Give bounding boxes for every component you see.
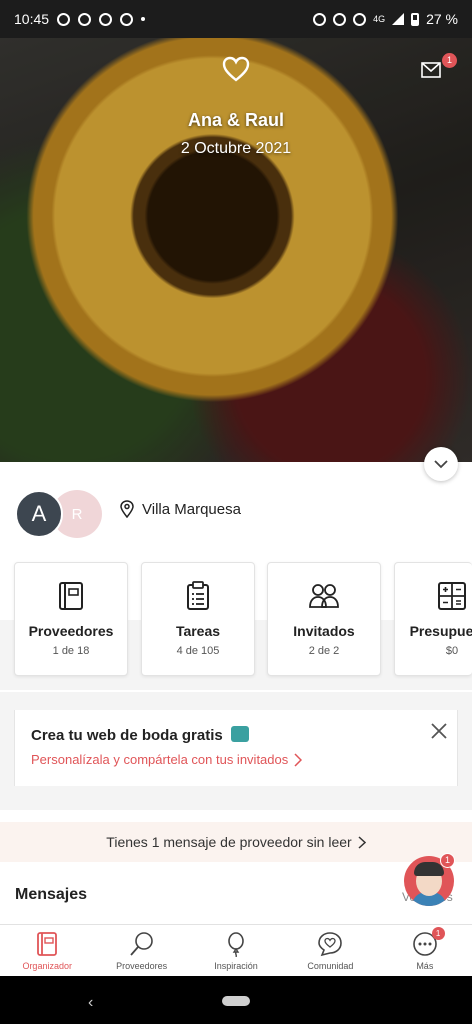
system-navigation-bar: ‹ [0,976,472,1024]
location-pin-icon [120,500,134,518]
promo-banner[interactable]: Crea tu web de boda gratis Personalízala… [14,710,458,786]
unread-messages-text: Tienes 1 mensaje de proveedor sin leer [106,834,352,850]
nav-label: Proveedores [116,961,168,971]
location-label: Villa Marquesa [142,500,241,518]
bottom-nav: Organizador Proveedores Inspiración Comu… [0,924,472,976]
couple-names: Ana & Raul [187,110,284,130]
vibrate-icon [353,12,367,26]
user-avatar[interactable]: A [15,490,63,538]
system-back-icon[interactable]: ‹ [88,994,93,1012]
laptop-person-icon [230,726,249,742]
guests-icon [309,584,339,608]
collapse-button[interactable] [424,447,458,481]
chat-heart-icon [318,932,343,957]
nav-inspiracion[interactable]: Inspiración [189,925,283,976]
card-title: Presupuesto [409,623,472,639]
card-count: 4 de 105 [176,645,220,657]
nav-label: Inspiración [214,961,258,971]
balloon-icon [228,932,244,957]
heart-icon [222,56,250,82]
nav-mas[interactable]: 1 Más [378,925,472,976]
card-title: Proveedores [28,623,114,639]
nav-label: Organizador [22,961,72,971]
chevron-right-icon [358,835,366,849]
wedding-date: 2 Octubre 2021 [180,140,292,157]
messages-heading: Mensajes [15,886,88,903]
card-tareas[interactable]: Tareas 4 de 105 [141,562,255,676]
card-count: 2 de 2 [308,645,340,657]
nav-comunidad[interactable]: Comunidad [283,925,377,976]
system-home-pill[interactable] [222,996,250,1006]
mail-icon[interactable] [421,62,441,78]
close-icon[interactable] [429,721,449,741]
status-time: 10:45 [14,11,50,27]
chevron-right-icon [294,752,303,767]
unread-messages-banner[interactable]: Tienes 1 mensaje de proveedor sin leer [0,822,472,862]
card-count: $0 [445,645,459,657]
alarm-icon [313,12,327,26]
card-title: Tareas [175,623,221,639]
nav-label: Comunidad [307,961,354,971]
card-count: 1 de 18 [52,645,90,657]
signal-icon [392,13,405,25]
assistant-badge: 1 [440,853,455,868]
tiktok-icon [120,12,134,26]
battery-icon [411,12,420,26]
battery-level: 27 % [426,11,458,27]
notebook-icon [37,932,58,956]
chevron-down-icon [434,460,448,469]
calculator-icon [438,582,466,610]
search-icon [129,932,153,956]
headphones-icon [333,12,347,26]
status-bar: 10:45 4G 27 % [0,0,472,38]
notebook-icon [59,582,83,610]
card-presupuesto[interactable]: Presupuesto $0 [394,562,472,676]
clipboard-icon [187,581,209,610]
promo-link[interactable]: Personalízala y compártela con tus invit… [31,752,303,767]
nav-organizador[interactable]: Organizador [0,925,94,976]
nav-proveedores[interactable]: Proveedores [94,925,188,976]
heart-app-icon [99,12,113,26]
card-title: Invitados [293,623,355,639]
more-notifications-icon [141,17,146,21]
promo-title: Crea tu web de boda gratis [31,726,249,744]
nav-label: Más [416,961,434,971]
network-type: 4G [373,14,386,24]
card-invitados[interactable]: Invitados 2 de 2 [267,562,381,676]
nav-badge: 1 [431,927,445,940]
whatsapp-icon [78,12,92,26]
inbox-badge: 1 [442,53,457,68]
card-proveedores[interactable]: Proveedores 1 de 18 [14,562,128,676]
hero-photo: 1 Ana & Raul 2 Octubre 2021 [0,38,472,462]
wedding-location[interactable]: Villa Marquesa [120,500,241,518]
spotify-icon [57,12,71,26]
